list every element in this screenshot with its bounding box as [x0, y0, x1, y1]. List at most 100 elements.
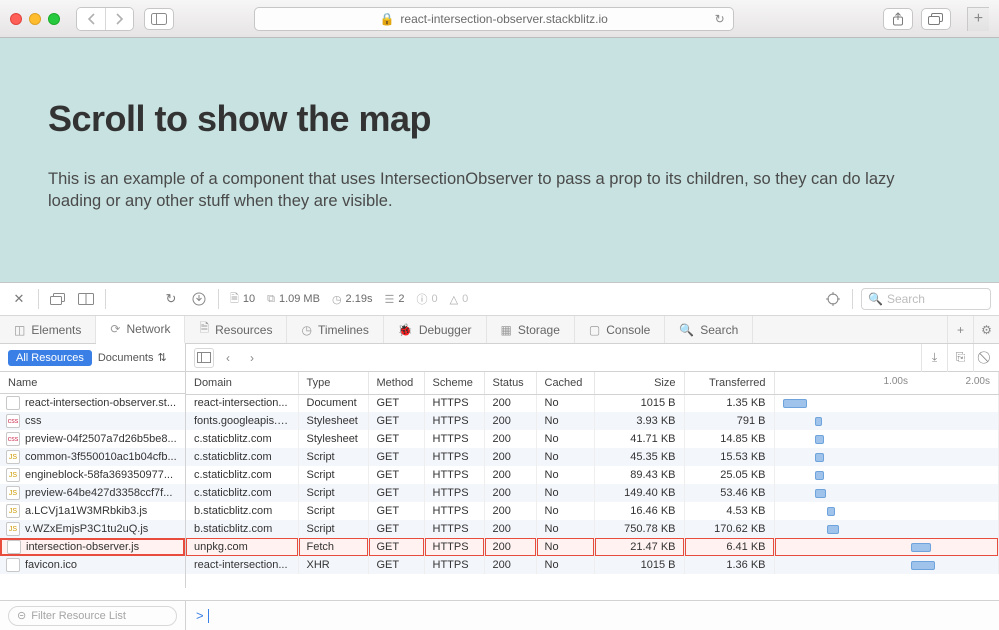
- tab-elements[interactable]: ◫Elements: [0, 316, 96, 343]
- dock-side-button[interactable]: [47, 288, 69, 310]
- resource-name-row[interactable]: JSpreview-64be427d3358ccf7f...: [0, 484, 185, 502]
- next-button[interactable]: ›: [242, 348, 262, 368]
- close-window-icon[interactable]: [10, 13, 22, 25]
- network-row[interactable]: unpkg.comFetchGETHTTPS200No21.47 KB6.41 …: [186, 538, 999, 556]
- col-header-scheme[interactable]: Scheme: [424, 372, 484, 394]
- cell-transferred: 25.05 KB: [684, 466, 774, 484]
- resource-name-row[interactable]: intersection-observer.js: [0, 538, 185, 556]
- resource-name-row[interactable]: react-intersection-observer.st...: [0, 394, 185, 412]
- network-table: Domain Type Method Scheme Status Cached …: [186, 372, 999, 574]
- resource-name: preview-64be427d3358ccf7f...: [25, 487, 172, 499]
- tab-timelines[interactable]: ◷Timelines: [287, 316, 383, 343]
- export-button[interactable]: ⎘: [947, 344, 973, 372]
- waterfall-bar: [815, 435, 824, 444]
- col-header-method[interactable]: Method: [368, 372, 424, 394]
- network-row[interactable]: b.staticblitz.comScriptGETHTTPS200No750.…: [186, 520, 999, 538]
- network-row[interactable]: c.staticblitz.comScriptGETHTTPS200No89.4…: [186, 466, 999, 484]
- waterfall-bar: [827, 525, 839, 534]
- import-button[interactable]: ⤓: [921, 344, 947, 372]
- cell-size: 750.78 KB: [594, 520, 684, 538]
- tab-debugger[interactable]: 🐞Debugger: [384, 316, 487, 343]
- nav-back-forward: [76, 7, 134, 31]
- cell-scheme: HTTPS: [424, 484, 484, 502]
- filter-all-resources[interactable]: All Resources: [8, 350, 92, 366]
- cell-status: 200: [484, 466, 536, 484]
- resource-name-row[interactable]: csspreview-04f2507a7d26b5be8...: [0, 430, 185, 448]
- network-row[interactable]: fonts.googleapis.c...StylesheetGETHTTPS2…: [186, 412, 999, 430]
- tab-search[interactable]: 🔍Search: [665, 316, 753, 343]
- forward-button[interactable]: [105, 8, 133, 30]
- cell-domain: react-intersection...: [186, 556, 298, 574]
- tab-resources[interactable]: 🗎Resources: [185, 316, 287, 343]
- cell-domain: b.staticblitz.com: [186, 502, 298, 520]
- cell-transferred: 53.46 KB: [684, 484, 774, 502]
- col-header-status[interactable]: Status: [484, 372, 536, 394]
- network-row[interactable]: c.staticblitz.comScriptGETHTTPS200No149.…: [186, 484, 999, 502]
- dock-bottom-button[interactable]: [75, 288, 97, 310]
- clear-button[interactable]: ⃠: [973, 344, 999, 372]
- close-devtools-button[interactable]: ✕: [8, 288, 30, 310]
- resource-name: css: [25, 415, 42, 427]
- cell-status: 200: [484, 412, 536, 430]
- add-tab-button[interactable]: +: [947, 316, 973, 343]
- resource-name-row[interactable]: JSv.WZxEmjsP3C1tu2uQ.js: [0, 520, 185, 538]
- resource-name-row[interactable]: JScommon-3f550010ac1b04cfb...: [0, 448, 185, 466]
- col-header-type[interactable]: Type: [298, 372, 368, 394]
- col-header-size[interactable]: Size: [594, 372, 684, 394]
- address-bar[interactable]: 🔒 react-intersection-observer.stackblitz…: [254, 7, 734, 31]
- waterfall-bar: [911, 561, 935, 570]
- col-header-domain[interactable]: Domain: [186, 372, 298, 394]
- reload-button[interactable]: ↻: [160, 288, 182, 310]
- tab-console[interactable]: ▢Console: [575, 316, 665, 343]
- sidebar-button[interactable]: [144, 8, 174, 30]
- cell-size: 45.35 KB: [594, 448, 684, 466]
- cell-waterfall: [774, 556, 999, 574]
- page-content: Scroll to show the map This is an exampl…: [0, 38, 999, 282]
- devtools-search[interactable]: 🔍 Search: [861, 288, 991, 310]
- settings-button[interactable]: ⚙: [973, 316, 999, 343]
- download-button[interactable]: [188, 288, 210, 310]
- filter-resource-input[interactable]: ⊝ Filter Resource List: [8, 606, 177, 626]
- share-button[interactable]: [883, 8, 913, 30]
- cell-domain: b.staticblitz.com: [186, 520, 298, 538]
- col-header-cached[interactable]: Cached: [536, 372, 594, 394]
- cell-type: Script: [298, 466, 368, 484]
- network-row[interactable]: c.staticblitz.comStylesheetGETHTTPS200No…: [186, 430, 999, 448]
- tab-storage[interactable]: ▦Storage: [487, 316, 575, 343]
- cell-method: GET: [368, 448, 424, 466]
- back-button[interactable]: [77, 8, 105, 30]
- info-icon: ⓘ: [416, 291, 427, 307]
- toggle-sidebar-button[interactable]: [194, 348, 214, 368]
- resource-name-row[interactable]: csscss: [0, 412, 185, 430]
- col-header-waterfall[interactable]: 1.00s 2.00s: [774, 372, 999, 394]
- prev-button[interactable]: ‹: [218, 348, 238, 368]
- resource-name-row[interactable]: JSa.LCVj1a1W3MRbkib3.js: [0, 502, 185, 520]
- network-row[interactable]: react-intersection...XHRGETHTTPS200No101…: [186, 556, 999, 574]
- resource-name-row[interactable]: JSengineblock-58fa369350977...: [0, 466, 185, 484]
- col-header-name[interactable]: Name: [0, 372, 185, 394]
- zoom-window-icon[interactable]: [48, 13, 60, 25]
- cell-type: Script: [298, 484, 368, 502]
- element-picker-button[interactable]: [822, 288, 844, 310]
- storage-icon: ▦: [501, 323, 512, 337]
- cell-cached: No: [536, 556, 594, 574]
- filter-documents[interactable]: Documents⇅: [98, 351, 167, 364]
- new-tab-button[interactable]: +: [967, 7, 989, 31]
- weight-icon: ⧉: [267, 293, 275, 306]
- timelines-icon: ◷: [301, 323, 311, 337]
- network-row[interactable]: react-intersection...DocumentGETHTTPS200…: [186, 394, 999, 412]
- resource-name-row[interactable]: favicon.ico: [0, 556, 185, 574]
- reload-icon[interactable]: ↻: [715, 12, 725, 26]
- cell-waterfall: [774, 538, 999, 556]
- tab-network[interactable]: ⟳Network: [96, 316, 185, 344]
- tabs-button[interactable]: [921, 8, 951, 30]
- cell-waterfall: [774, 448, 999, 466]
- col-header-transferred[interactable]: Transferred: [684, 372, 774, 394]
- minimize-window-icon[interactable]: [29, 13, 41, 25]
- network-row[interactable]: b.staticblitz.comScriptGETHTTPS200No16.4…: [186, 502, 999, 520]
- waterfall-bar: [815, 453, 824, 462]
- css-file-icon: css: [6, 432, 20, 446]
- network-row[interactable]: c.staticblitz.comScriptGETHTTPS200No45.3…: [186, 448, 999, 466]
- console-prompt[interactable]: >: [186, 601, 999, 630]
- cell-transferred: 14.85 KB: [684, 430, 774, 448]
